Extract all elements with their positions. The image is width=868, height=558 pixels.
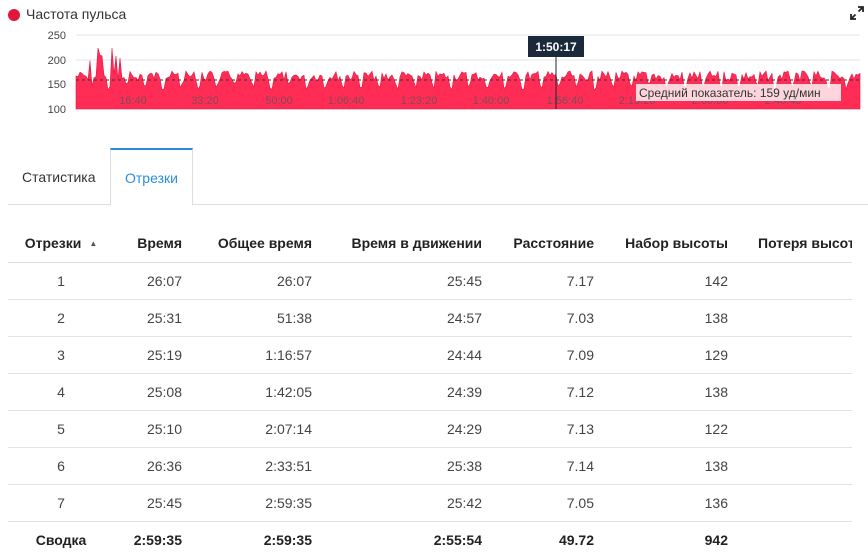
cell-segment: 5	[8, 410, 114, 448]
x-tick-label: 50:00	[265, 95, 293, 107]
cell-total-time: 51:38	[194, 299, 324, 337]
average-label: Средний показатель: 159 уд/мин	[639, 86, 821, 100]
cell-elevation-loss: 14	[740, 373, 868, 411]
summary-segment: Сводка	[35, 532, 87, 548]
heart-rate-chart[interactable]: 250 200 150 100 16:40 33:20 50:00 1:06:40 1:23:2…	[0, 26, 868, 116]
cell-time: 25:45	[114, 484, 194, 522]
cell-segment: 2	[8, 299, 114, 337]
cell-elevation-gain: 138	[606, 447, 740, 485]
cell-moving-time: 24:44	[324, 336, 494, 374]
col-header-segment[interactable]: Отрезки ▲	[8, 224, 114, 263]
cell-distance: 7.03	[494, 299, 606, 337]
summary-row: Сводка 2:59:35 2:59:35 2:55:54 49.72 942 94	[8, 522, 868, 558]
cell-elevation-loss: 14	[740, 336, 868, 374]
cell-segment: 3	[8, 336, 114, 374]
cell-distance: 7.13	[494, 410, 606, 448]
x-tick-label: 33:20	[191, 95, 219, 107]
cell-total-time: 2:59:35	[194, 484, 324, 522]
col-header-moving-time[interactable]: Время в движении	[324, 224, 494, 263]
cell-segment: 1	[8, 262, 114, 300]
cell-time: 26:36	[114, 447, 194, 485]
cell-distance: 7.05	[494, 484, 606, 522]
series-color-dot	[8, 9, 20, 21]
cell-segment: 7	[8, 484, 114, 522]
cell-moving-time: 25:45	[324, 262, 494, 300]
summary-time: 2:59:35	[133, 532, 182, 548]
summary-distance: 49.72	[558, 532, 594, 548]
summary-elevation-gain: 942	[704, 532, 728, 548]
expand-icon[interactable]	[850, 6, 864, 20]
cell-segment: 4	[8, 373, 114, 411]
sort-asc-icon: ▲	[89, 239, 98, 248]
cell-time: 26:07	[114, 262, 194, 300]
cell-distance: 7.12	[494, 373, 606, 411]
cell-elevation-gain: 129	[606, 336, 740, 374]
x-tick-label: 1:40:00	[473, 95, 510, 107]
cell-time: 25:10	[114, 410, 194, 448]
y-tick-label: 100	[48, 104, 66, 116]
cell-total-time: 1:16:57	[194, 336, 324, 374]
table-row[interactable]: 626:362:33:5125:387.1413814	[8, 447, 868, 485]
table-header-row: Отрезки ▲ Время Общее время Время в движе…	[8, 224, 868, 263]
col-header-elevation-loss[interactable]: Потеря высоты	[740, 224, 868, 263]
x-tick-label: 1:56:40	[547, 95, 584, 107]
cell-moving-time: 25:42	[324, 484, 494, 522]
cell-time: 25:31	[114, 299, 194, 337]
summary-elevation-loss: 94	[740, 522, 868, 558]
y-tick-label: 150	[48, 79, 66, 91]
cell-elevation-loss: 14	[740, 447, 868, 485]
table-row[interactable]: 725:452:59:3525:427.0513614	[8, 484, 868, 522]
tab-bar: Статистика Отрезки	[8, 148, 868, 206]
cell-elevation-loss: 14	[740, 410, 868, 448]
cell-moving-time: 25:38	[324, 447, 494, 485]
widget-title: Частота пульса	[26, 6, 127, 22]
cell-distance: 7.09	[494, 336, 606, 374]
x-tick-label: 1:23:20	[401, 95, 438, 107]
summary-moving-time: 2:55:54	[433, 532, 482, 548]
cursor-time-label: 1:50:17	[535, 40, 577, 54]
cell-total-time: 2:07:14	[194, 410, 324, 448]
tab-segments[interactable]: Отрезки	[110, 148, 193, 206]
col-header-elevation-gain[interactable]: Набор высоты	[606, 224, 740, 263]
cell-elevation-loss: 14	[740, 299, 868, 337]
cell-total-time: 2:33:51	[194, 447, 324, 485]
cell-total-time: 26:07	[194, 262, 324, 300]
cell-elevation-gain: 122	[606, 410, 740, 448]
cell-time: 25:19	[114, 336, 194, 374]
table-row[interactable]: 425:081:42:0524:397.1213814	[8, 373, 868, 411]
x-tick-label: 1:06:40	[328, 95, 365, 107]
cell-elevation-gain: 136	[606, 484, 740, 522]
summary-total-time: 2:59:35	[263, 532, 312, 548]
col-header-time[interactable]: Время	[114, 224, 194, 263]
cell-moving-time: 24:57	[324, 299, 494, 337]
segments-table: Отрезки ▲ Время Общее время Время в движе…	[8, 224, 868, 558]
table-clip-edge	[852, 224, 868, 558]
table-row[interactable]: 225:3151:3824:577.0313814	[8, 299, 868, 337]
chart-svg: 250 200 150 100 16:40 33:20 50:00 1:06:40 1:23:2…	[48, 30, 861, 116]
cell-segment: 6	[8, 447, 114, 485]
cell-time: 25:08	[114, 373, 194, 411]
cell-total-time: 1:42:05	[194, 373, 324, 411]
cell-elevation-gain: 138	[606, 373, 740, 411]
table-row[interactable]: 325:191:16:5724:447.0912914	[8, 336, 868, 374]
col-header-total-time[interactable]: Общее время	[194, 224, 324, 263]
cell-moving-time: 24:39	[324, 373, 494, 411]
cell-distance: 7.14	[494, 447, 606, 485]
cell-elevation-loss: 14	[740, 262, 868, 300]
y-tick-label: 200	[48, 55, 66, 67]
table-row[interactable]: 126:0726:0725:457.1714214	[8, 262, 868, 300]
cell-elevation-gain: 142	[606, 262, 740, 300]
cell-moving-time: 24:29	[324, 410, 494, 448]
tab-statistics[interactable]: Статистика	[8, 148, 110, 204]
cell-elevation-gain: 138	[606, 299, 740, 337]
cell-distance: 7.17	[494, 262, 606, 300]
x-tick-label: 16:40	[119, 95, 147, 107]
cell-elevation-loss: 14	[740, 484, 868, 522]
table-row[interactable]: 525:102:07:1424:297.1312214	[8, 410, 868, 448]
y-tick-label: 250	[48, 30, 66, 42]
col-header-distance[interactable]: Расстояние	[494, 224, 606, 263]
